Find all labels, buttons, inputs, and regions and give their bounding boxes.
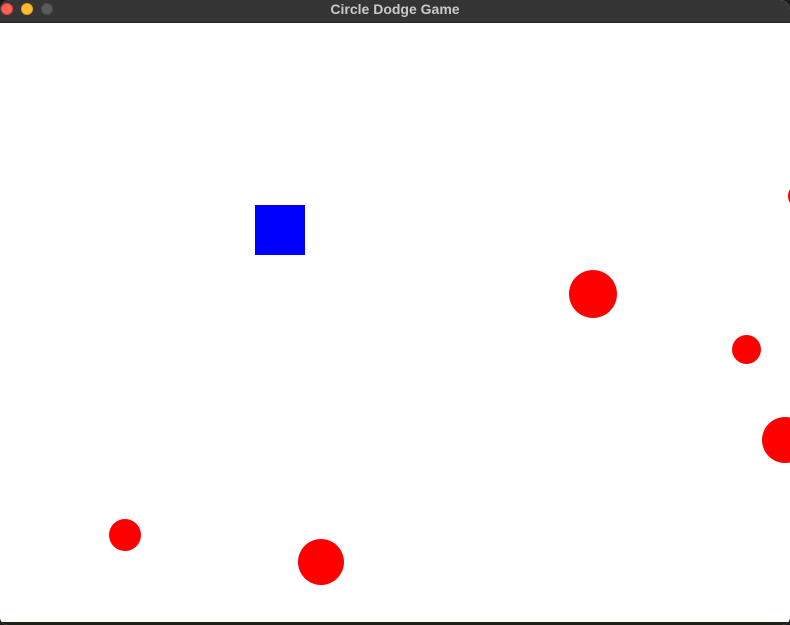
enemy-circle [732, 335, 761, 364]
enemy-circle [569, 270, 617, 318]
title-bar[interactable]: Circle Dodge Game [0, 0, 790, 23]
game-window: Circle Dodge Game [0, 0, 790, 625]
game-canvas[interactable] [0, 24, 790, 622]
enemy-circle [109, 519, 141, 551]
player-square [255, 205, 305, 255]
enemy-circle [762, 417, 790, 463]
enemy-circle [298, 539, 344, 585]
window-title: Circle Dodge Game [330, 1, 460, 17]
